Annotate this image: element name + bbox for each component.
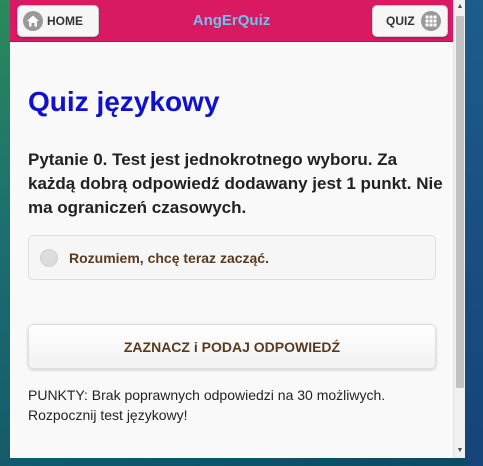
scroll-up-arrow-icon[interactable]: ▲: [454, 0, 465, 14]
submit-answer-button[interactable]: ZAZNACZ i PODAJ ODPOWIEDŹ: [28, 324, 436, 369]
grid-icon: [420, 11, 441, 31]
quiz-button[interactable]: QUIZ: [372, 5, 448, 37]
app-header: HOME AngErQuiz QUIZ: [10, 0, 453, 42]
scrollbar-thumb[interactable]: [456, 16, 464, 388]
quiz-button-label: QUIZ: [386, 14, 415, 28]
radio-button[interactable]: [40, 248, 58, 267]
question-text: Pytanie 0. Test jest jednokrotnego wybor…: [28, 150, 443, 217]
desktop-background-right: [465, 0, 483, 466]
scroll-down-arrow-icon[interactable]: ▼: [454, 444, 465, 458]
desktop-background-left: [0, 0, 10, 466]
page-content: Quiz językowy Pytanie 0. Test jest jedno…: [10, 43, 453, 458]
page-title: Quiz językowy: [28, 86, 220, 117]
home-button[interactable]: HOME: [17, 5, 99, 37]
answer-option[interactable]: Rozumiem, chcę teraz zacząć.: [28, 235, 436, 280]
browser-window: HOME AngErQuiz QUIZ Quiz językowy Pytani…: [10, 0, 465, 458]
points-status: PUNKTY: Brak poprawnych odpowiedzi na 30…: [28, 387, 386, 423]
answer-option-label: Rozumiem, chcę teraz zacząć.: [69, 249, 269, 266]
home-icon: [23, 11, 43, 31]
home-button-label: HOME: [47, 14, 83, 28]
vertical-scrollbar[interactable]: ▲ ▼: [453, 0, 465, 458]
